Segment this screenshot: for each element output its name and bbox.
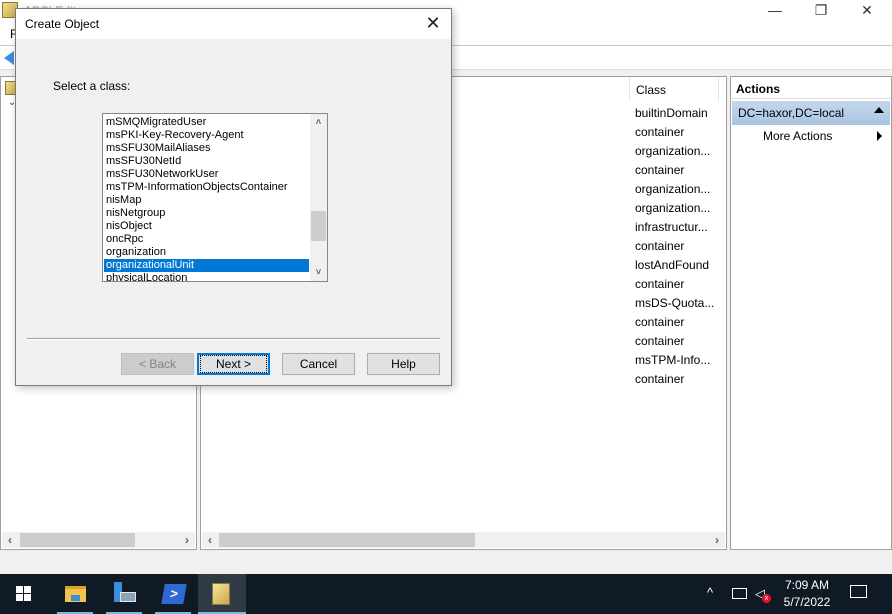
taskbar: > ^ ◁ x 7:09 AM 5/7/2022: [0, 574, 892, 614]
select-class-label: Select a class:: [53, 79, 131, 93]
list-item[interactable]: container: [635, 370, 714, 389]
show-hidden-icons-button[interactable]: ^: [707, 585, 713, 600]
dialog-close-button[interactable]: ✕: [421, 12, 445, 36]
next-button[interactable]: Next >: [197, 353, 270, 375]
network-icon[interactable]: [732, 588, 747, 599]
list-item[interactable]: msTPM-Info...: [635, 351, 714, 370]
class-option[interactable]: mSMQMigratedUser: [104, 116, 309, 129]
taskbar-adsi-edit[interactable]: [198, 574, 246, 614]
tree-horizontal-scrollbar[interactable]: ‹ ›: [2, 532, 195, 548]
adsi-edit-icon: [212, 583, 230, 605]
clock-date: 5/7/2022: [783, 595, 831, 609]
class-option[interactable]: physicalLocation: [104, 272, 309, 281]
scroll-thumb[interactable]: [20, 533, 135, 547]
class-option[interactable]: nisMap: [104, 194, 309, 207]
actions-pane: Actions DC=haxor,DC=local More Actions: [730, 76, 892, 550]
list-item[interactable]: infrastructur...: [635, 218, 714, 237]
taskbar-file-explorer[interactable]: [51, 574, 99, 614]
dialog-title: Create Object: [25, 17, 100, 31]
dialog-separator: [27, 338, 440, 340]
class-option[interactable]: msSFU30MailAliases: [104, 142, 309, 155]
list-item[interactable]: container: [635, 332, 714, 351]
list-item[interactable]: container: [635, 237, 714, 256]
scroll-down-icon[interactable]: ˅: [310, 264, 327, 281]
listbox-vertical-scrollbar[interactable]: ˄ ˅: [310, 114, 327, 281]
clock-time: 7:09 AM: [784, 578, 830, 592]
list-item[interactable]: organization...: [635, 199, 714, 218]
create-object-dialog: Create Object ✕ Select a class: mSMQMigr…: [15, 8, 452, 386]
taskbar-powershell[interactable]: >: [149, 574, 197, 614]
maximize-button[interactable]: ❐: [798, 0, 844, 22]
scroll-thumb[interactable]: [311, 211, 326, 241]
collapse-caret-icon[interactable]: [874, 107, 884, 113]
minimize-button[interactable]: —: [752, 0, 798, 22]
class-option[interactable]: msSFU30NetworkUser: [104, 168, 309, 181]
class-option[interactable]: msSFU30NetId: [104, 155, 309, 168]
scroll-thumb[interactable]: [219, 533, 475, 547]
close-window-button[interactable]: ✕: [844, 0, 890, 22]
scroll-right-icon[interactable]: ›: [179, 532, 195, 548]
class-option[interactable]: nisNetgroup: [104, 207, 309, 220]
list-item[interactable]: builtinDomain: [635, 104, 714, 123]
actions-section-label: DC=haxor,DC=local: [738, 106, 845, 120]
cancel-button[interactable]: Cancel: [282, 353, 355, 375]
class-option[interactable]: oncRpc: [104, 233, 309, 246]
back-arrow-icon[interactable]: [4, 51, 14, 65]
start-button[interactable]: [16, 586, 32, 602]
scroll-left-icon[interactable]: ‹: [2, 532, 18, 548]
volume-muted-badge-icon: x: [762, 594, 771, 603]
list-horizontal-scrollbar[interactable]: ‹ ›: [202, 532, 725, 548]
status-bar: [0, 552, 892, 574]
scroll-up-icon[interactable]: ˄: [310, 114, 327, 131]
list-item[interactable]: organization...: [635, 142, 714, 161]
list-item[interactable]: msDS-Quota...: [635, 294, 714, 313]
column-header-class[interactable]: Class: [629, 77, 719, 101]
taskbar-server-manager[interactable]: [100, 574, 148, 614]
clock[interactable]: 7:09 AM 5/7/2022: [780, 577, 834, 611]
back-button[interactable]: < Back: [121, 353, 194, 375]
scroll-right-icon[interactable]: ›: [709, 532, 725, 548]
list-item[interactable]: container: [635, 161, 714, 180]
list-item[interactable]: container: [635, 123, 714, 142]
powershell-icon: >: [161, 584, 187, 604]
class-listbox[interactable]: mSMQMigratedUser msPKI-Key-Recovery-Agen…: [102, 113, 328, 282]
submenu-arrow-icon: [877, 131, 882, 141]
help-button[interactable]: Help: [367, 353, 440, 375]
class-option[interactable]: nisObject: [104, 220, 309, 233]
class-option[interactable]: msPKI-Key-Recovery-Agent: [104, 129, 309, 142]
action-center-icon[interactable]: [850, 585, 867, 598]
list-item[interactable]: organization...: [635, 180, 714, 199]
next-button-label: Next >: [199, 355, 268, 373]
scroll-left-icon[interactable]: ‹: [202, 532, 218, 548]
folder-icon: [65, 586, 86, 602]
list-item[interactable]: container: [635, 275, 714, 294]
class-option-selected[interactable]: organizationalUnit: [104, 259, 309, 272]
class-option[interactable]: organization: [104, 246, 309, 259]
more-actions-item[interactable]: More Actions: [763, 129, 832, 143]
list-item[interactable]: container: [635, 313, 714, 332]
actions-section-domain[interactable]: DC=haxor,DC=local: [732, 101, 890, 125]
dialog-titlebar: Create Object ✕: [16, 9, 451, 39]
class-option[interactable]: msTPM-InformationObjectsContainer: [104, 181, 309, 194]
class-column: builtinDomain container organization... …: [635, 104, 714, 389]
windows-logo-icon: [16, 586, 23, 593]
actions-header: Actions: [731, 77, 891, 99]
list-item[interactable]: lostAndFound: [635, 256, 714, 275]
